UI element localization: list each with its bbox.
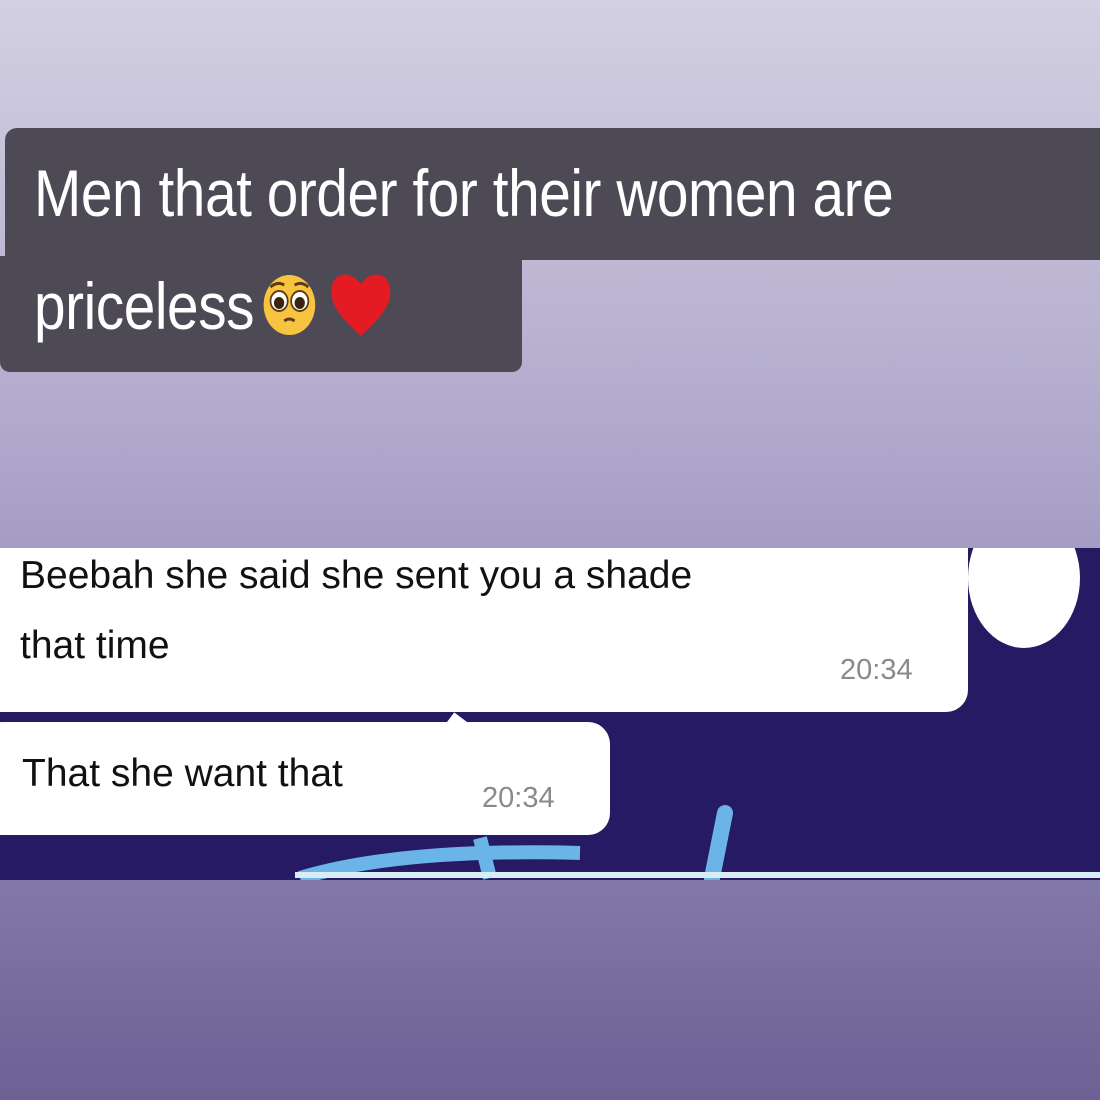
caption-line2-text: priceless (34, 269, 255, 343)
red-heart-icon (328, 268, 393, 355)
message-text: That she want that (22, 752, 343, 795)
message-text-line2: that time (20, 624, 170, 667)
chat-screenshot: Beebah she said she sent you a shade tha… (0, 548, 1100, 880)
message-bubble[interactable]: Beebah she said she sent you a shade tha… (0, 548, 968, 712)
message-timestamp: 20:34 (482, 782, 555, 814)
caption-line2: priceless (34, 268, 393, 355)
pleading-face-icon (254, 269, 328, 354)
message-bubble[interactable]: That she want that 20:34 (0, 722, 610, 835)
message-timestamp: 20:34 (840, 654, 913, 686)
caption-line1: Men that order for their women are (34, 156, 894, 230)
message-text-line1: Beebah she said she sent you a shade (20, 554, 693, 597)
divider-line (295, 872, 1100, 878)
